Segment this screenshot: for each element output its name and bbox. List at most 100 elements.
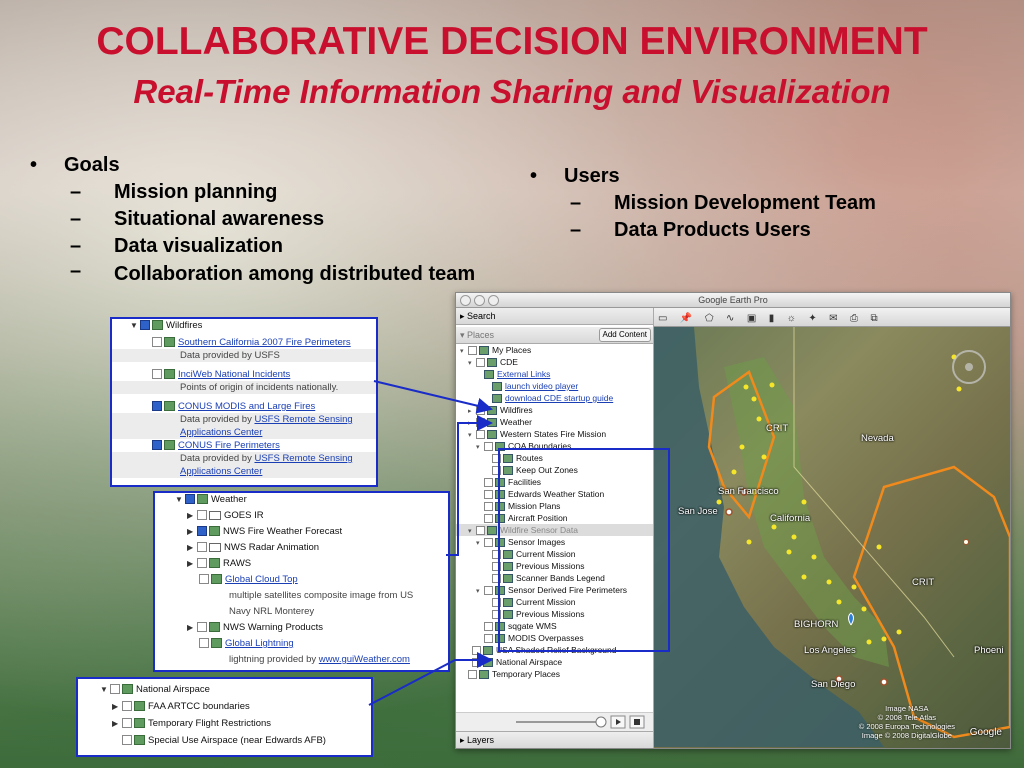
checkbox[interactable]	[492, 574, 501, 584]
tree-item[interactable]: Previous Missions	[456, 560, 653, 572]
tree-item[interactable]: Current Mission	[456, 596, 653, 608]
checkbox[interactable]	[152, 369, 162, 380]
tree-folder-weather[interactable]: ▼ Weather	[155, 493, 448, 506]
tree-item[interactable]: Applications Center	[112, 426, 376, 439]
tree-item[interactable]: ▶ Temporary Flight Restrictions	[78, 717, 371, 730]
tree-item[interactable]: ▾ Sensor Derived Fire Perimeters	[456, 584, 653, 596]
checkbox[interactable]	[197, 510, 207, 521]
tree-item[interactable]: ▾ Wildfire Sensor Data	[456, 524, 653, 536]
source-link[interactable]: USFS Remote Sensing	[254, 453, 352, 464]
ruler-icon[interactable]: ▮	[769, 313, 775, 324]
checkbox[interactable]	[197, 622, 207, 633]
tree-item[interactable]: ▶ NWS Warning Products	[155, 621, 448, 634]
disclosure-triangle-icon[interactable]: ▶	[187, 541, 197, 554]
sidebar-toggle-icon[interactable]: ▭	[658, 313, 667, 324]
checkbox[interactable]	[185, 494, 195, 505]
tree-item[interactable]: Applications Center	[112, 465, 376, 478]
checkbox[interactable]	[476, 358, 485, 368]
tree-item[interactable]: Aircraft Position	[456, 512, 653, 524]
disclosure-triangle-icon[interactable]: ▶	[187, 525, 197, 538]
tree-item[interactable]: launch video player	[456, 380, 653, 392]
tree-item[interactable]: CONUS MODIS and Large Fires	[112, 400, 376, 413]
tree-item[interactable]: ▶ RAWS	[155, 557, 448, 570]
tree-folder-national-airspace[interactable]: ▼ National Airspace	[78, 683, 371, 696]
checkbox[interactable]	[484, 586, 493, 596]
checkbox[interactable]	[110, 684, 120, 695]
source-link[interactable]: USFS Remote Sensing	[254, 414, 352, 425]
overlay-icon[interactable]: ▣	[747, 313, 756, 324]
tour-controls[interactable]	[456, 712, 653, 731]
tree-item[interactable]: MODIS Overpasses	[456, 632, 653, 644]
checkbox[interactable]	[484, 538, 493, 548]
disclosure-triangle-icon[interactable]: ▶	[187, 557, 197, 570]
sky-icon[interactable]: ✦	[808, 313, 816, 324]
tree-item[interactable]: Special Use Airspace (near Edwards AFB)	[78, 734, 371, 747]
tree-item[interactable]: ▶ NWS Fire Weather Forecast	[155, 525, 448, 538]
checkbox[interactable]	[476, 526, 485, 536]
checkbox[interactable]	[472, 646, 481, 656]
checkbox[interactable]	[492, 550, 501, 560]
checkbox[interactable]	[152, 440, 162, 451]
checkbox[interactable]	[484, 622, 493, 632]
disclosure-triangle-icon[interactable]: ▶	[187, 621, 197, 634]
layers-panel-toggle[interactable]: ▸ Layers	[456, 731, 653, 748]
checkbox[interactable]	[476, 406, 485, 416]
tree-item[interactable]: ▾ CDE	[456, 356, 653, 368]
tree-item[interactable]: ▶ NWS Radar Animation	[155, 541, 448, 554]
disclosure-triangle-icon[interactable]: ▶	[187, 509, 197, 522]
search-panel-toggle[interactable]: ▸ Search	[456, 308, 653, 325]
sunlight-icon[interactable]: ☼	[787, 313, 796, 324]
checkbox[interactable]	[197, 526, 207, 537]
print-icon[interactable]: ⎙	[850, 313, 858, 324]
path-icon[interactable]: ∿	[726, 313, 734, 324]
tree-item[interactable]: ▾ COA Boundaries	[456, 440, 653, 452]
tree-item[interactable]: InciWeb National Incidents	[112, 368, 376, 381]
checkbox[interactable]	[484, 490, 493, 500]
tree-item[interactable]: ▾ Western States Fire Mission	[456, 428, 653, 440]
places-panel-header[interactable]: ▾ Places Add Content	[456, 327, 653, 344]
tree-item[interactable]: National Airspace	[456, 656, 653, 668]
checkbox[interactable]	[484, 514, 493, 524]
tree-item[interactable]: Global Lightning	[155, 637, 448, 650]
tree-item[interactable]: USA Shaded Relief Background	[456, 644, 653, 656]
tree-item[interactable]: Mission Plans	[456, 500, 653, 512]
checkbox[interactable]	[484, 478, 493, 488]
tree-item[interactable]: ▸ Wildfires	[456, 404, 653, 416]
checkbox[interactable]	[492, 610, 501, 620]
tree-item[interactable]: Southern California 2007 Fire Perimeters	[112, 336, 376, 349]
checkbox[interactable]	[492, 454, 501, 464]
tree-item[interactable]: Current Mission	[456, 548, 653, 560]
checkbox[interactable]	[197, 558, 207, 569]
placemark-icon[interactable]: 📌	[680, 313, 692, 324]
checkbox[interactable]	[468, 346, 477, 356]
tree-item[interactable]: Global Cloud Top	[155, 573, 448, 586]
tree-item[interactable]: ▾ Sensor Images	[456, 536, 653, 548]
checkbox[interactable]	[492, 562, 501, 572]
tree-item[interactable]: ▾ My Places	[456, 344, 653, 356]
tree-item[interactable]: sqgate WMS	[456, 620, 653, 632]
checkbox[interactable]	[140, 320, 150, 331]
tree-item[interactable]: CONUS Fire Perimeters	[112, 439, 376, 452]
tree-item[interactable]: Edwards Weather Station	[456, 488, 653, 500]
tree-item[interactable]: ▶ FAA ARTCC boundaries	[78, 700, 371, 713]
add-content-button[interactable]: Add Content	[598, 328, 651, 342]
source-link[interactable]: www.guiWeather.com	[319, 654, 410, 665]
tree-item[interactable]: External Links	[456, 368, 653, 380]
earth-map-view[interactable]: CRIT Nevada San Francisco San Jose Calif…	[654, 327, 1010, 748]
checkbox[interactable]	[472, 658, 481, 668]
checkbox[interactable]	[199, 638, 209, 649]
checkbox[interactable]	[484, 442, 493, 452]
tree-item[interactable]: ▶ GOES IR	[155, 509, 448, 522]
tree-item[interactable]: ▸ Weather	[456, 416, 653, 428]
tree-folder-wildfires[interactable]: ▼ Wildfires	[112, 319, 376, 332]
checkbox[interactable]	[484, 502, 493, 512]
polygon-icon[interactable]: ⬠	[705, 313, 714, 324]
tree-item[interactable]: Keep Out Zones	[456, 464, 653, 476]
maps-icon[interactable]: ⧉	[870, 313, 877, 324]
checkbox[interactable]	[152, 337, 162, 348]
tree-item[interactable]: Facilities	[456, 476, 653, 488]
checkbox[interactable]	[492, 466, 501, 476]
checkbox[interactable]	[476, 430, 485, 440]
tree-item[interactable]: Scanner Bands Legend	[456, 572, 653, 584]
checkbox[interactable]	[476, 418, 485, 428]
